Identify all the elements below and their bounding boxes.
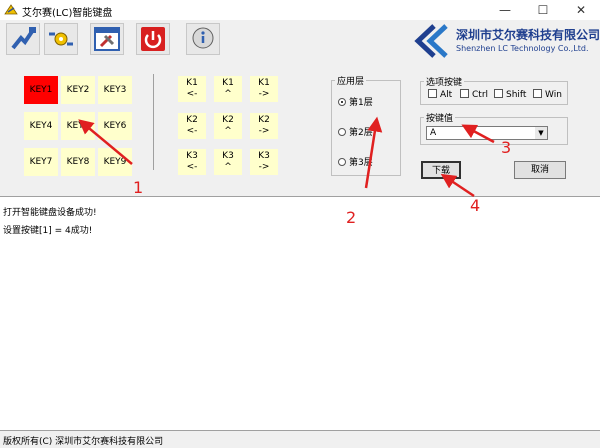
annotation-arrow-4	[440, 173, 475, 198]
annotation-arrow-1	[78, 119, 133, 165]
annotation-number-4: 4	[470, 196, 481, 215]
annotation-number-1: 1	[133, 178, 144, 197]
annotation-arrow-2	[364, 116, 383, 189]
annotation-overlay	[78, 116, 495, 198]
annotation-number-3: 3	[501, 138, 512, 157]
annotation-arrow-3	[461, 124, 495, 144]
annotation-number-2: 2	[346, 208, 357, 227]
